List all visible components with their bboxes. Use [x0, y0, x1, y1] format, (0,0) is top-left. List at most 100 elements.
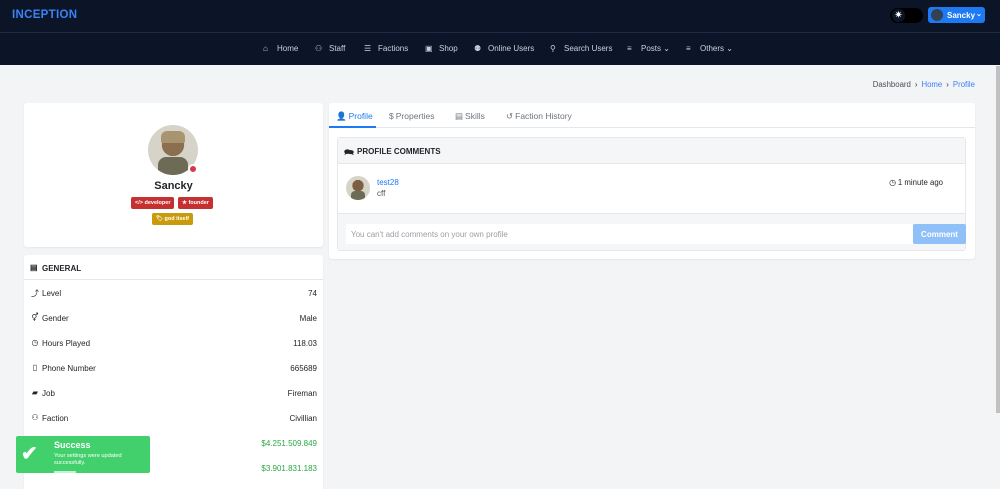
tab-skills[interactable]: ▤ Skills [455, 111, 485, 122]
user-menu-button[interactable]: Sancky ⌄ [928, 7, 985, 23]
nav-item-others[interactable]: ≡ Others ⌄ [686, 44, 733, 53]
id-card-icon: ▤ [30, 263, 38, 272]
chevron-right-icon: › [914, 80, 918, 89]
search-icon: ⚲ [550, 44, 556, 53]
comments-icon: 🗪 [344, 148, 354, 157]
general-row-phone-number: ▯ Phone Number 665689 [24, 355, 323, 380]
clock-icon: ◷ [31, 338, 39, 347]
nav-item-label: Home [277, 44, 299, 53]
level-icon: ⤴ [31, 289, 39, 298]
toast-message: Your settings were updated successfully. [54, 453, 122, 466]
list-icon: ≡ [627, 44, 632, 53]
row-label: Faction [42, 413, 69, 423]
badge-god-itself: 🏷 god itself [152, 213, 193, 225]
chevron-down-icon: ⌄ [726, 44, 733, 53]
general-row-gender: ⚥ Gender Male [24, 305, 323, 330]
comment-timestamp: ◷ 1 minute ago [889, 178, 943, 187]
nav-item-home[interactable]: ⌂ Home [263, 44, 298, 53]
nav-item-label: Shop [439, 44, 458, 53]
profile-comments: 🗪 PROFILE COMMENTS test28 cff ◷ 1 minute … [337, 137, 966, 251]
tab-label: Profile [348, 111, 373, 121]
comment-author[interactable]: test28 [377, 178, 399, 187]
avatar-body [351, 191, 365, 200]
staff-icon: ⚇ [315, 44, 323, 53]
nav-item-search-users[interactable]: ⚲ Search Users [550, 44, 612, 53]
comment-form: Comment [338, 213, 966, 250]
nav-item-staff[interactable]: ⚇ Staff [315, 44, 345, 53]
profile-card: Sancky </> developer ★ founder 🏷 god its… [24, 103, 323, 247]
page-scrollbar[interactable] [996, 66, 1000, 413]
nav-item-label: Others [700, 44, 725, 53]
nav-item-label: Search Users [564, 44, 613, 53]
chevron-down-icon: ⌄ [663, 44, 670, 53]
row-label: Hours Played [42, 338, 91, 348]
badge-founder: ★ founder [178, 197, 213, 209]
tab-profile[interactable]: 👤 Profile [336, 111, 373, 122]
nav-item-online-users[interactable]: ⚉ Online Users [474, 44, 534, 53]
comment-avatar[interactable] [346, 176, 370, 200]
nav-item-label: Posts [641, 44, 662, 53]
general-row-hours-played: ◷ Hours Played 118.03 [24, 330, 323, 355]
profile-username: Sancky [154, 180, 193, 192]
badge-label: developer [144, 200, 171, 206]
general-header: ▤ GENERAL [24, 255, 323, 280]
toast-progress [54, 471, 76, 473]
top-bar: INCEPTION ✷ Sancky ⌄ [0, 0, 1000, 32]
breadcrumb-home[interactable]: Home [921, 80, 942, 89]
chevron-right-icon: › [946, 80, 949, 89]
chevron-down-icon: ⌄ [976, 11, 982, 18]
row-value: 665689 [290, 363, 317, 373]
badge-label: founder [188, 200, 209, 206]
comment-button[interactable]: Comment [913, 224, 966, 244]
phone-icon: ▯ [32, 363, 38, 372]
nav-item-label: Staff [329, 44, 346, 53]
general-title: GENERAL [42, 263, 82, 273]
tab-faction-history[interactable]: ↺ Faction History [506, 111, 572, 122]
tab-properties[interactable]: $ Properties [389, 111, 434, 121]
active-tab-indicator [329, 126, 376, 128]
tab-label: Properties [395, 111, 435, 121]
toast-title: Success [54, 440, 91, 450]
comment-input[interactable] [346, 224, 913, 244]
general-row-level: ⤴ Level 74 [24, 280, 323, 305]
row-label: Job [42, 388, 55, 398]
clock-icon: ◷ [889, 178, 896, 187]
code-icon: </> [135, 200, 143, 206]
online-users-icon: ⚉ [474, 44, 482, 53]
row-label: Gender [42, 313, 69, 323]
comment-text: cff [377, 189, 386, 198]
gender-icon: ⚥ [31, 313, 39, 322]
main-nav: ⌂ Home ⚇ Staff ☰ Factions ▣ Shop ⚉ Online Use… [0, 32, 1000, 65]
faction-icon: ⚇ [31, 413, 39, 422]
success-toast[interactable]: ✔ Success Your settings were updated suc… [16, 436, 150, 473]
toolbox-icon: ▤ [455, 111, 464, 121]
tab-label: Skills [465, 111, 485, 121]
avatar-body [158, 157, 188, 175]
nav-item-factions[interactable]: ☰ Factions [364, 44, 408, 53]
avatar-hat [161, 131, 185, 143]
status-indicator [188, 164, 198, 174]
user-menu-name: Sancky [947, 10, 976, 20]
row-value: Fireman [287, 388, 317, 398]
sun-icon: ✷ [892, 9, 905, 22]
user-icon: 👤 [336, 111, 347, 121]
nav-item-label: Online Users [488, 44, 535, 53]
dollar-icon: $ [389, 111, 394, 121]
row-value: $4.251.509.849 [261, 438, 317, 448]
comments-title: PROFILE COMMENTS [357, 147, 441, 156]
profile-tabs: 👤 Profile $ Properties ▤ Skills ↺ Faction Hi… [329, 103, 975, 128]
row-value: $3.901.831.183 [261, 463, 317, 473]
badge-label: god itself [164, 216, 189, 222]
theme-toggle[interactable]: ✷ [890, 8, 923, 23]
general-row-faction: ⚇ Faction Civillian [24, 405, 323, 430]
tab-label: Faction History [515, 111, 572, 121]
breadcrumb-profile[interactable]: Profile [953, 80, 975, 89]
row-value: Civillian [289, 413, 317, 423]
row-value: 74 [308, 288, 317, 298]
nav-item-posts[interactable]: ≡ Posts ⌄ [627, 44, 670, 53]
nav-item-shop[interactable]: ▣ Shop [425, 44, 458, 53]
comment-time-label: 1 minute ago [897, 178, 943, 187]
row-value: 118.03 [293, 338, 317, 348]
users-icon: ☰ [364, 44, 372, 53]
brand-logo[interactable]: INCEPTION [12, 9, 77, 21]
